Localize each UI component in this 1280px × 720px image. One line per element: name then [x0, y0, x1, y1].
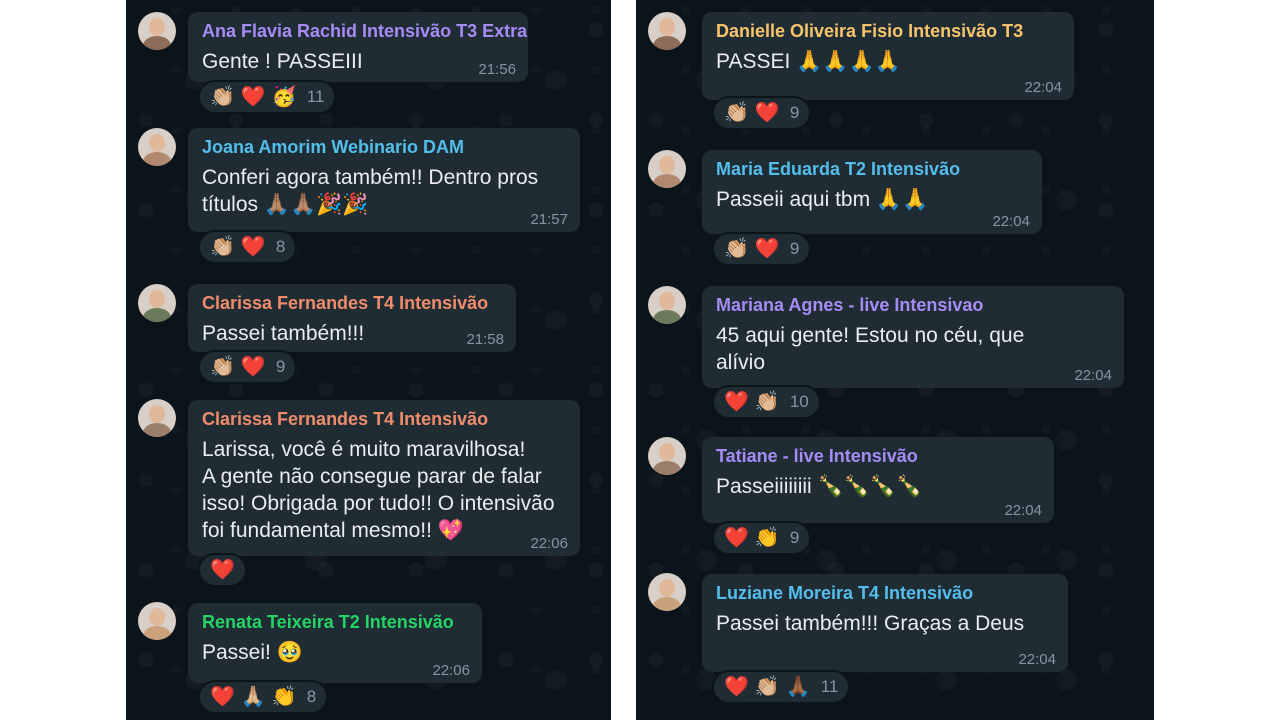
message-time: 21:56 — [478, 61, 516, 78]
message-text: Passei! 🥹 — [202, 641, 303, 664]
message-bubble[interactable]: Ana Flavia Rachid Intensivão T3 Extra Gen… — [188, 12, 528, 82]
message-text: PASSEI 🙏🙏🙏🙏 — [716, 50, 901, 73]
reaction-count: 9 — [789, 103, 800, 122]
avatar[interactable] — [138, 284, 176, 322]
message-bubble[interactable]: Danielle Oliveira Fisio Intensivão T3 PAS… — [702, 12, 1074, 100]
message-bubble[interactable]: Renata Teixeira T2 Intensivão Passei! 🥹 22… — [188, 603, 482, 683]
reaction-emoji: ❤️ — [240, 86, 266, 108]
reaction-emoji: 👏🏼 — [754, 676, 780, 698]
reaction-emoji: 👏🏼 — [210, 356, 235, 378]
sender-name[interactable]: Ana Flavia Rachid Intensivão T3 Extra — [202, 20, 527, 42]
sender-name[interactable]: Luziane Moreira T4 Intensivão — [716, 582, 1054, 604]
message-time: 21:57 — [530, 211, 568, 228]
sender-name[interactable]: Clarissa Fernandes T4 Intensivão — [202, 408, 566, 430]
avatar[interactable] — [138, 399, 176, 437]
sender-name[interactable]: Maria Eduarda T2 Intensivão — [716, 158, 1028, 180]
reactions-pill[interactable]: ❤️ — [198, 553, 247, 587]
avatar[interactable] — [138, 12, 176, 50]
reactions-pill[interactable]: 👏🏼 ❤️ 8 — [198, 230, 298, 264]
reactions-pill[interactable]: 👏🏼 ❤️ 🥳 11 — [198, 80, 337, 114]
reaction-count: 9 — [789, 528, 800, 547]
reaction-emoji: 👏🏼 — [754, 391, 780, 413]
reaction-emoji: ❤️ — [724, 676, 749, 698]
reaction-count: 10 — [789, 392, 809, 411]
reaction-count: 11 — [306, 87, 325, 106]
reaction-emoji: ❤️ — [210, 559, 235, 581]
reaction-emoji: 👏🏼 — [724, 102, 749, 124]
sender-name[interactable]: Clarissa Fernandes T4 Intensivão — [202, 292, 502, 314]
reaction-count: 9 — [275, 357, 286, 376]
message-bubble[interactable]: Clarissa Fernandes T4 Intensivão Larissa,… — [188, 400, 580, 556]
message-bubble[interactable]: Clarissa Fernandes T4 Intensivão Passei t… — [188, 284, 516, 352]
sender-name[interactable]: Tatiane - live Intensivão — [716, 445, 1040, 467]
reactions-pill[interactable]: ❤️ 👏🏼 🙏🏾 11 — [712, 670, 851, 704]
reaction-emoji: 👏 — [271, 686, 297, 708]
message-time: 22:04 — [1018, 651, 1056, 668]
sender-name[interactable]: Joana Amorim Webinario DAM — [202, 136, 566, 158]
avatar[interactable] — [648, 286, 686, 324]
message-bubble[interactable]: Luziane Moreira T4 Intensivão Passei tamb… — [702, 574, 1068, 672]
message-time: 22:04 — [1004, 502, 1042, 519]
message-text: Gente ! PASSEIII — [202, 50, 363, 73]
reactions-pill[interactable]: ❤️ 👏🏼 10 — [712, 385, 821, 419]
reaction-count: 8 — [275, 237, 286, 256]
reactions-pill[interactable]: ❤️ 🙏🏼 👏 8 — [198, 680, 329, 714]
reaction-emoji: 👏 — [754, 527, 780, 549]
avatar[interactable] — [648, 12, 686, 50]
reactions-pill[interactable]: ❤️ 👏 9 — [712, 521, 812, 555]
message-text: Passei também!!! — [202, 322, 365, 345]
reaction-emoji: ❤️ — [240, 356, 266, 378]
message-time: 22:06 — [530, 535, 568, 552]
message-bubble[interactable]: Tatiane - live Intensivão Passeiiiiiiii 🍾… — [702, 437, 1054, 523]
reaction-emoji: 👏🏼 — [724, 238, 749, 260]
reaction-emoji: ❤️ — [210, 686, 235, 708]
reactions-pill[interactable]: 👏🏼 ❤️ 9 — [712, 96, 812, 130]
sender-name[interactable]: Mariana Agnes - live Intensivao — [716, 294, 1110, 316]
reaction-emoji: 🙏🏾 — [785, 676, 811, 698]
reaction-emoji: 🥳 — [271, 86, 297, 108]
reaction-emoji: 👏🏼 — [210, 236, 235, 258]
message-time: 22:04 — [1074, 367, 1112, 384]
avatar[interactable] — [648, 573, 686, 611]
message-bubble[interactable]: Mariana Agnes - live Intensivao 45 aqui g… — [702, 286, 1124, 388]
reaction-emoji: ❤️ — [754, 238, 780, 260]
reaction-emoji: ❤️ — [724, 527, 749, 549]
reaction-emoji: ❤️ — [240, 236, 266, 258]
message-time: 22:04 — [992, 213, 1030, 230]
chat-panel-right[interactable]: Danielle Oliveira Fisio Intensivão T3 PAS… — [636, 0, 1154, 720]
reaction-count: 11 — [820, 677, 839, 696]
reactions-pill[interactable]: 👏🏼 ❤️ 9 — [198, 350, 298, 384]
reaction-emoji: 👏🏼 — [210, 86, 235, 108]
message-text: Passeii aqui tbm 🙏🙏 — [716, 188, 929, 211]
message-time: 21:58 — [466, 331, 504, 348]
sender-name[interactable]: Renata Teixeira T2 Intensivão — [202, 611, 468, 633]
reaction-emoji: 🙏🏼 — [240, 686, 266, 708]
reaction-emoji: ❤️ — [754, 102, 780, 124]
message-bubble[interactable]: Maria Eduarda T2 Intensivão Passeii aqui … — [702, 150, 1042, 234]
message-text: 45 aqui gente! Estou no céu, que alívio — [716, 324, 1025, 374]
message-text: Larissa, você é muito maravilhosa! A gen… — [202, 438, 555, 542]
avatar[interactable] — [138, 602, 176, 640]
reactions-pill[interactable]: 👏🏼 ❤️ 9 — [712, 232, 812, 266]
avatar[interactable] — [648, 150, 686, 188]
chat-panel-left[interactable]: Ana Flavia Rachid Intensivão T3 Extra Gen… — [126, 0, 611, 720]
sender-name[interactable]: Danielle Oliveira Fisio Intensivão T3 — [716, 20, 1060, 42]
message-text: Passei também!!! Graças a Deus — [716, 612, 1025, 635]
message-bubble[interactable]: Joana Amorim Webinario DAM Conferi agora … — [188, 128, 580, 232]
message-text: Conferi agora também!! Dentro pros títul… — [202, 166, 539, 216]
reaction-count: 8 — [306, 687, 317, 706]
avatar[interactable] — [648, 437, 686, 475]
reaction-emoji: ❤️ — [724, 391, 749, 413]
message-text: Passeiiiiiiii 🍾🍾🍾🍾 — [716, 475, 923, 498]
avatar[interactable] — [138, 128, 176, 166]
message-time: 22:06 — [432, 662, 470, 679]
reaction-count: 9 — [789, 239, 800, 258]
message-time: 22:04 — [1024, 79, 1062, 96]
